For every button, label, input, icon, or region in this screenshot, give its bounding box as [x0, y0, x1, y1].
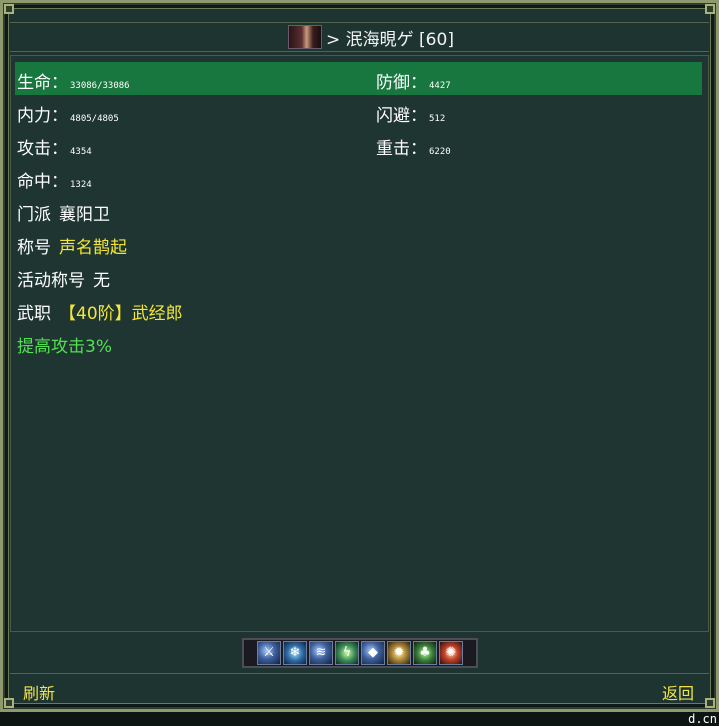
rank-label: 武职 [17, 304, 51, 324]
character-name: > 泯海晛ゲ [60] [326, 29, 454, 50]
lightning-skill-icon[interactable]: ϟ [335, 641, 359, 665]
back-button[interactable]: 返回 [662, 680, 694, 704]
divider [10, 673, 709, 674]
stats-row-selected[interactable]: 生命： 33086/33086 防御： 4427 [15, 62, 702, 95]
info-row-event-title[interactable]: 活动称号 无 [15, 260, 702, 293]
defense-value: 4427 [429, 81, 451, 91]
corner-ornament [4, 698, 14, 708]
title-value: 声名鹊起 [59, 238, 127, 258]
mp-label: 内力： [17, 106, 68, 126]
crit-label: 重击： [376, 139, 427, 159]
sect-value: 襄阳卫 [59, 205, 110, 225]
bonus-text: 提高攻击3% [17, 337, 112, 357]
stats-panel: 生命： 33086/33086 防御： 4427 内力： 4805/4805 闪… [10, 55, 709, 632]
rank-value: 【40阶】武经郎 [59, 304, 183, 324]
attack-label: 攻击： [17, 139, 68, 159]
sword-skill-icon[interactable]: ⚔ [257, 641, 281, 665]
mp-value: 4805/4805 [70, 114, 119, 124]
info-row-bonus[interactable]: 提高攻击3% [15, 326, 702, 359]
character-header: > 泯海晛ゲ [60] [288, 24, 454, 50]
corner-ornament [705, 4, 715, 14]
stats-row[interactable]: 攻击： 4354 重击： 6220 [15, 128, 702, 161]
hit-value: 1324 [70, 180, 92, 190]
avatar [288, 25, 322, 49]
info-row-rank[interactable]: 武职 【40阶】武经郎 [15, 293, 702, 326]
skill-bar: ⚔ ❄ ≋ ϟ ◆ ✹ ♣ ✺ [242, 638, 478, 668]
stats-row[interactable]: 内力： 4805/4805 闪避： 512 [15, 95, 702, 128]
leaf-skill-icon[interactable]: ♣ [413, 641, 437, 665]
watermark: d.cn [688, 712, 717, 726]
dodge-label: 闪避： [376, 106, 427, 126]
stats-row[interactable]: 命中： 1324 [15, 161, 702, 194]
refresh-button[interactable]: 刷新 [23, 680, 55, 704]
event-title-value: 无 [93, 271, 110, 291]
gear-skill-icon[interactable]: ✹ [387, 641, 411, 665]
title-label: 称号 [17, 238, 51, 258]
corner-ornament [705, 698, 715, 708]
hp-label: 生命： [17, 73, 68, 93]
corner-ornament [4, 4, 14, 14]
ice-skill-icon[interactable]: ❄ [283, 641, 307, 665]
info-row-sect[interactable]: 门派 襄阳卫 [15, 194, 702, 227]
hit-label: 命中： [17, 172, 68, 192]
shield-skill-icon[interactable]: ◆ [361, 641, 385, 665]
info-row-title[interactable]: 称号 声名鹊起 [15, 227, 702, 260]
wave-skill-icon[interactable]: ≋ [309, 641, 333, 665]
attack-value: 4354 [70, 147, 92, 157]
event-title-label: 活动称号 [17, 271, 85, 291]
fire-skill-icon[interactable]: ✺ [439, 641, 463, 665]
hp-value: 33086/33086 [70, 81, 130, 91]
defense-label: 防御： [376, 73, 427, 93]
sect-label: 门派 [17, 205, 51, 225]
dodge-value: 512 [429, 114, 446, 124]
crit-value: 6220 [429, 147, 451, 157]
